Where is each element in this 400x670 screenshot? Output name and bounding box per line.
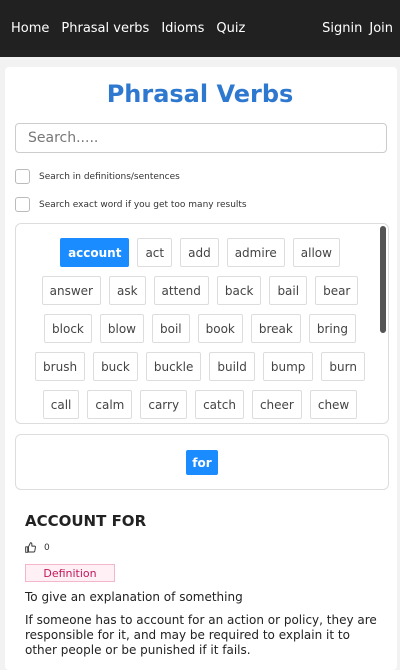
verb-chip-account[interactable]: account: [60, 238, 130, 267]
exact-word-checkbox[interactable]: [15, 197, 30, 212]
verb-chip-calm[interactable]: calm: [87, 390, 133, 419]
verb-chip-bear[interactable]: bear: [315, 276, 359, 305]
entry-title: ACCOUNT FOR: [25, 512, 147, 530]
verb-chip-catch[interactable]: catch: [195, 390, 244, 419]
verb-chip-bring[interactable]: bring: [308, 314, 356, 343]
verb-chip-allow[interactable]: allow: [292, 238, 340, 267]
verb-chip-brush[interactable]: brush: [35, 352, 86, 381]
nav-phrasal-verbs-link[interactable]: Phrasal verbs: [61, 21, 149, 36]
likes-count: 0: [44, 542, 50, 553]
search-definitions-label: Search in definitions/sentences: [39, 171, 180, 182]
definition-text: To give an explanation of something: [25, 590, 243, 604]
nav-left-group: Home Phrasal verbs Idioms Quiz: [0, 21, 257, 36]
verb-chip-build[interactable]: build: [209, 352, 255, 381]
verb-chip-buck[interactable]: buck: [93, 352, 138, 381]
verb-chip-list: account act add admire allow answer ask attend b…: [16, 224, 388, 423]
verb-chip-book[interactable]: book: [197, 314, 243, 343]
verb-chip-blow[interactable]: blow: [99, 314, 144, 343]
verb-chip-buckle[interactable]: buckle: [145, 352, 202, 381]
verb-list-panel[interactable]: account act add admire allow answer ask attend b…: [15, 223, 389, 424]
verb-chip-ask[interactable]: ask: [108, 276, 146, 305]
nav-home-link[interactable]: Home: [11, 21, 49, 36]
verb-chip-act[interactable]: act: [137, 238, 173, 267]
nav-signin-link[interactable]: Signin: [322, 21, 362, 36]
verb-chip-admire[interactable]: admire: [226, 238, 285, 267]
explanation-text: If someone has to account for an action …: [25, 613, 377, 657]
verb-chip-break[interactable]: break: [250, 314, 301, 343]
verb-chip-block[interactable]: block: [44, 314, 92, 343]
option-exact-word[interactable]: Search exact word if you get too many re…: [15, 197, 247, 212]
nav-idioms-link[interactable]: Idioms: [161, 21, 204, 36]
verb-chip-chew[interactable]: chew: [309, 390, 358, 419]
verb-chip-call[interactable]: call: [42, 390, 80, 419]
verb-chip-answer[interactable]: answer: [41, 276, 101, 305]
nav-right-group: Signin Join: [322, 21, 400, 36]
top-navbar: Home Phrasal verbs Idioms Quiz Signin Jo…: [0, 0, 400, 57]
exact-word-label: Search exact word if you get too many re…: [39, 199, 247, 210]
nav-join-link[interactable]: Join: [369, 21, 393, 36]
verb-chip-boil[interactable]: boil: [151, 314, 190, 343]
verb-list-scrollbar[interactable]: [380, 226, 386, 333]
verb-chip-back[interactable]: back: [216, 276, 262, 305]
verb-chip-burn[interactable]: burn: [321, 352, 365, 381]
verb-chip-attend[interactable]: attend: [153, 276, 209, 305]
verb-chip-carry[interactable]: carry: [140, 390, 188, 419]
page-title: Phrasal Verbs: [106, 80, 294, 108]
verb-chip-bail[interactable]: bail: [269, 276, 308, 305]
verb-chip-bump[interactable]: bump: [262, 352, 314, 381]
particle-chip-for[interactable]: for: [186, 449, 218, 475]
search-input[interactable]: [15, 123, 387, 153]
particle-panel: for: [15, 434, 389, 490]
likes-row[interactable]: 0: [25, 542, 50, 553]
search-definitions-checkbox[interactable]: [15, 169, 30, 184]
option-search-definitions[interactable]: Search in definitions/sentences: [15, 169, 180, 184]
definition-badge: Definition: [25, 564, 115, 582]
thumbs-up-icon[interactable]: [25, 542, 36, 553]
verb-chip-add[interactable]: add: [180, 238, 219, 267]
nav-quiz-link[interactable]: Quiz: [216, 21, 245, 36]
verb-chip-cheer[interactable]: cheer: [251, 390, 302, 419]
